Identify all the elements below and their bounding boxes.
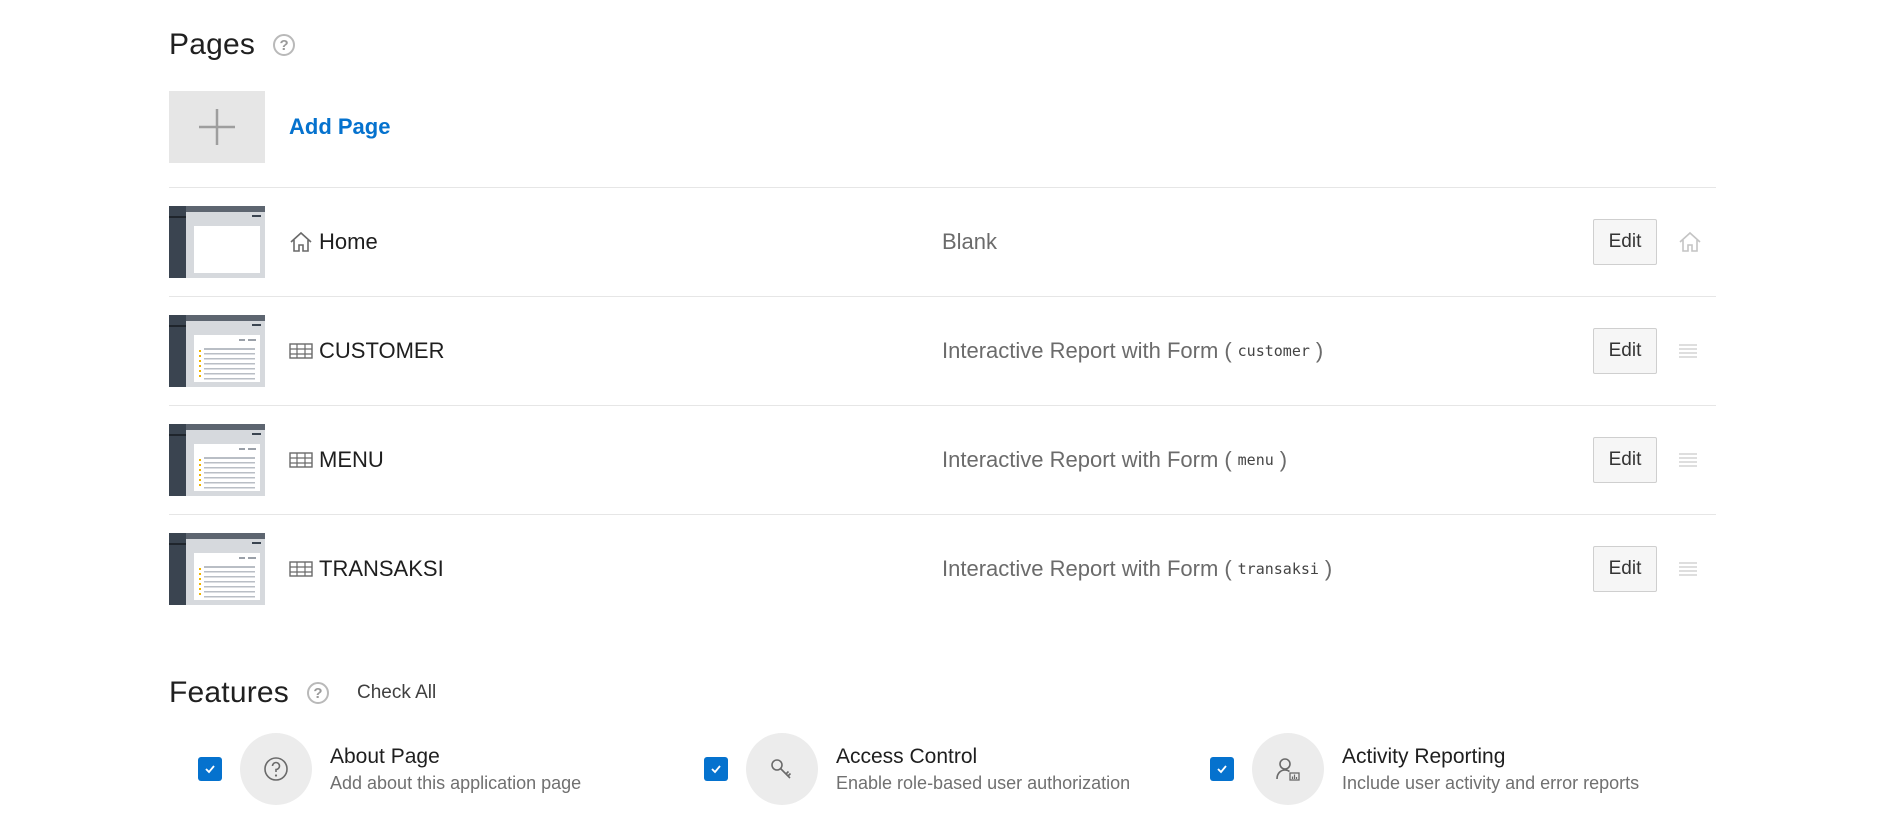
page-type-transaksi: Interactive Report with Form ( transaksi… xyxy=(942,556,1332,582)
page-name-menu[interactable]: MENU xyxy=(319,447,384,473)
add-page-link[interactable]: Add Page xyxy=(289,114,390,140)
table-name-menu: menu xyxy=(1237,451,1274,469)
home-icon[interactable] xyxy=(1678,231,1702,253)
question-circle-icon xyxy=(240,733,312,805)
feature-title: Access Control xyxy=(836,744,978,768)
table-icon xyxy=(289,560,313,578)
feature-desc: Add about this application page xyxy=(330,772,582,793)
feature-checkbox-activity-reporting[interactable] xyxy=(1210,757,1234,781)
report-page-thumbnail xyxy=(169,424,265,496)
feature-desc: Include user activity and error reports xyxy=(1342,772,1640,793)
plus-icon[interactable] xyxy=(169,91,265,163)
page-type-label: Blank xyxy=(942,229,998,254)
feature-desc: Enable role-based user authorization xyxy=(836,772,1131,793)
page-type-menu: Interactive Report with Form ( menu ) xyxy=(942,447,1287,473)
pages-header: Pages ? xyxy=(169,23,1716,67)
paren-close: ) xyxy=(1279,447,1288,472)
features-header: Features ? Check All xyxy=(169,671,1716,715)
edit-button-home[interactable]: Edit xyxy=(1593,219,1657,265)
paren-open: ( xyxy=(1224,447,1232,472)
key-icon xyxy=(746,733,818,805)
page-type-label: Interactive Report with Form xyxy=(942,556,1219,581)
page-name-home[interactable]: Home xyxy=(319,229,378,255)
page-name-customer[interactable]: CUSTOMER xyxy=(319,338,445,364)
drag-handle-icon[interactable] xyxy=(1678,343,1698,359)
pages-title: Pages xyxy=(169,28,256,61)
page-row-transaksi: TRANSAKSI Interactive Report with Form (… xyxy=(169,515,1716,623)
page-row-menu: MENU Interactive Report with Form ( menu… xyxy=(169,406,1716,515)
drag-handle-icon[interactable] xyxy=(1678,452,1698,468)
paren-open: ( xyxy=(1224,556,1232,581)
page-name-transaksi[interactable]: TRANSAKSI xyxy=(319,556,444,582)
blank-page-thumbnail xyxy=(169,206,265,278)
report-page-thumbnail xyxy=(169,533,265,605)
page-type-customer: Interactive Report with Form ( customer … xyxy=(942,338,1323,364)
add-page-row: Add Page xyxy=(169,67,1716,188)
drag-handle-icon[interactable] xyxy=(1678,561,1698,577)
feature-access-control: Access Control Enable role-based user au… xyxy=(704,733,1210,805)
feature-title: About Page xyxy=(330,744,440,768)
page-type-label: Interactive Report with Form xyxy=(942,447,1219,472)
features-section: Features ? Check All About Page Add abou… xyxy=(169,671,1716,805)
user-chart-icon xyxy=(1252,733,1324,805)
feature-title: Activity Reporting xyxy=(1342,744,1506,768)
question-circle-icon[interactable]: ? xyxy=(273,34,296,56)
report-page-thumbnail xyxy=(169,315,265,387)
home-icon xyxy=(289,231,313,253)
page-row-customer: CUSTOMER Interactive Report with Form ( … xyxy=(169,297,1716,406)
edit-button-menu[interactable]: Edit xyxy=(1593,437,1657,483)
features-grid: About Page Add about this application pa… xyxy=(169,733,1716,805)
question-circle-icon[interactable]: ? xyxy=(307,682,329,704)
table-icon xyxy=(289,342,313,360)
paren-close: ) xyxy=(1315,338,1324,363)
edit-button-transaksi[interactable]: Edit xyxy=(1593,546,1657,592)
page-type-home: Blank xyxy=(942,229,997,255)
paren-close: ) xyxy=(1324,556,1333,581)
feature-checkbox-about-page[interactable] xyxy=(198,757,222,781)
feature-checkbox-access-control[interactable] xyxy=(704,757,728,781)
main-content: Pages ? Add Page Home Blank Edit CUSTOME… xyxy=(169,0,1716,805)
feature-activity-reporting: Activity Reporting Include user activity… xyxy=(1210,733,1716,805)
page-type-label: Interactive Report with Form xyxy=(942,338,1219,363)
features-title: Features xyxy=(169,676,289,709)
paren-open: ( xyxy=(1224,338,1232,363)
page-row-home: Home Blank Edit xyxy=(169,188,1716,297)
feature-about-page: About Page Add about this application pa… xyxy=(198,733,704,805)
check-all-link[interactable]: Check All xyxy=(357,682,436,704)
table-icon xyxy=(289,451,313,469)
edit-button-customer[interactable]: Edit xyxy=(1593,328,1657,374)
table-name-transaksi: transaksi xyxy=(1237,560,1319,578)
table-name-customer: customer xyxy=(1237,342,1310,360)
